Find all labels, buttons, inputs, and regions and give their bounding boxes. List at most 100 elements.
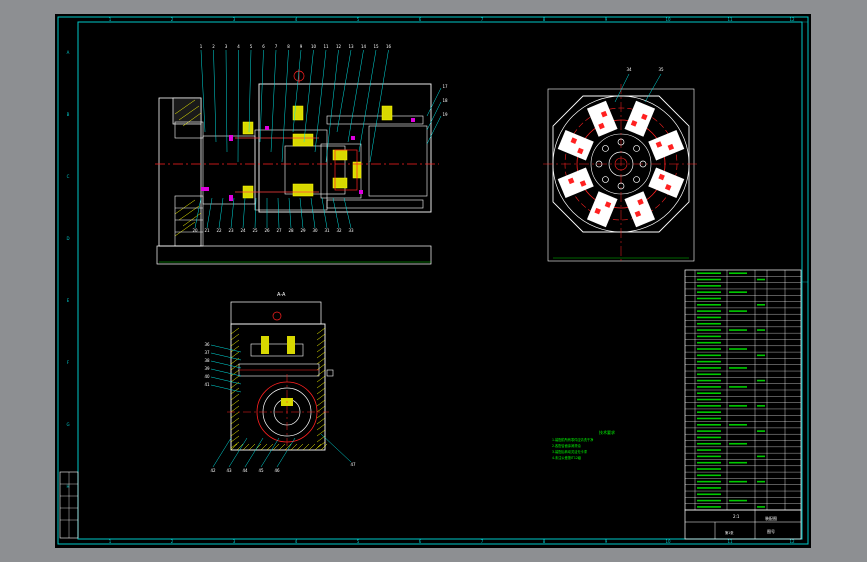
balloon-number: 17 [442,84,448,89]
border-col-label: 11 [727,17,733,22]
balloon-number: 6 [262,44,265,49]
border-col-label: 5 [357,539,360,544]
balloon-number: 13 [348,44,354,49]
balloon-number: 39 [204,366,210,371]
balloon-number: 32 [336,228,342,233]
balloon-number: 14 [361,44,367,49]
border-column-labels: 112233445566778899101011111212 [109,17,795,544]
balloon-labels-bottom: 20 21 22 23 24 25 26 27 28 29 30 31 32 33 [192,228,354,233]
border-col-label: 4 [295,17,298,22]
title-sheet: 第1张 [725,530,734,535]
border-col-label: 4 [295,539,298,544]
drawing-canvas[interactable]: 1 1 2 2 3 3 4 4 5 5 6 6 7 7 8 8 9 9 10 10 11 11 12 12 ABCDEFGH [55,14,811,548]
balloon-number: 28 [288,228,294,233]
balloon-number: 37 [204,350,210,355]
balloon-number: 3 [225,44,228,49]
balloon-number: 7 [275,44,278,49]
border-col-label: 6 [419,17,422,22]
border-row-label: F [67,360,70,365]
balloon-number: 16 [386,44,392,49]
border-col-label: 8 [543,539,546,544]
balloon-number: 33 [348,228,354,233]
balloon-number: 5 [250,44,253,49]
balloon-number: 41 [204,382,210,387]
balloon-number: 1 [200,44,203,49]
border-col-label: 10 [665,17,671,22]
balloon-number: 15 [373,44,379,49]
revision-block [59,471,79,539]
balloon-number: 2 [212,44,215,49]
border-col-label: 7 [481,539,484,544]
border-row-label: B [67,112,70,117]
balloon-number: 12 [336,44,342,49]
border-col-label: 2 [171,17,174,22]
border-col-label: 11 [727,539,733,544]
balloon-number: 18 [442,98,448,103]
bill-of-materials [684,269,802,511]
border-col-label: 2 [171,539,174,544]
cad-viewport[interactable]: 1 1 2 2 3 3 4 4 5 5 6 6 7 7 8 8 9 9 10 10 11 11 12 12 ABCDEFGH [0,0,867,562]
balloon-labels-round: 34 35 [626,67,664,72]
balloon-number: 8 [287,44,290,49]
balloon-number: 46 [274,468,280,473]
balloon-number: 40 [204,374,210,379]
border-col-label: 10 [665,539,671,544]
balloon-number: 9 [300,44,303,49]
balloon-number: 20 [192,228,198,233]
border-col-label: 1 [109,17,112,22]
border-row-label: E [67,298,70,303]
balloon-labels-section: 36 37 38 39 40 41 42 43 44 45 46 47 [204,342,356,473]
balloon-number: 34 [626,67,632,72]
border-row-label: D [66,236,69,241]
border-col-label: 3 [233,17,236,22]
balloon-number: 42 [210,468,216,473]
balloon-number: 43 [226,468,232,473]
note-4: 4.未注公差按IT12级 [552,455,582,460]
balloon-number: 23 [228,228,234,233]
assembly-drawing: 112233445566778899101011111212 ABCDEFGH [57,16,809,545]
title-scale: 2:1 [733,514,740,519]
balloon-number: 26 [264,228,270,233]
balloon-number: 47 [350,462,356,467]
balloon-number: 38 [204,358,210,363]
balloon-number: 31 [324,228,330,233]
balloon-number: 44 [242,468,248,473]
balloon-number: 45 [258,468,264,473]
border-col-label: 9 [605,17,608,22]
technical-notes: 技术要求 1.装配前所有零件应清洗干净 2.各配合面涂润滑油 3.装配后转动灵活… [552,429,615,460]
border-row-label: G [66,422,69,427]
note-1: 1.装配前所有零件应清洗干净 [552,437,594,442]
balloon-number: 10 [311,44,317,49]
side-section-view: A-A 36 37 38 39 40 41 42 43 44 45 46 47 [204,292,356,473]
title-block: 2:1 装配图 图号 第1张 [684,509,802,540]
balloon-number: 30 [312,228,318,233]
notes-title: 技术要求 [599,429,615,435]
balloon-number: 11 [323,44,329,49]
main-section-view: 1 2 3 4 5 6 7 8 9 10 11 12 13 14 15 16 20 21 22 23 24 25 26 27… [155,44,448,265]
border-row-label: A [67,50,70,55]
balloon-number: 36 [204,342,210,347]
border-row-label: C [67,174,70,179]
balloon-number: 19 [442,112,448,117]
border-col-label: 1 [109,539,112,544]
border-col-label: 8 [543,17,546,22]
balloon-number: 22 [216,228,222,233]
sheet-outer-border [57,16,809,545]
title-drawing-no: 图号 [767,528,775,534]
balloon-number: 35 [658,67,664,72]
note-3: 3.装配后转动灵活无卡滞 [552,449,588,454]
balloon-labels-right: 17 18 19 [442,84,448,117]
border-col-label: 3 [233,539,236,544]
border-col-label: 7 [481,17,484,22]
note-2: 2.各配合面涂润滑油 [552,443,581,448]
border-col-label: 12 [789,17,795,22]
border-col-label: 12 [789,539,795,544]
border-col-label: 9 [605,539,608,544]
chuck-end-view: 34 35 [543,67,699,264]
border-row-labels: ABCDEFGH [66,50,69,489]
balloon-labels-top: 1 2 3 4 5 6 7 8 9 10 11 12 13 14 15 16 [200,44,392,49]
balloon-number: 27 [276,228,282,233]
border-col-label: 5 [357,17,360,22]
balloon-number: 25 [252,228,258,233]
border-col-label: 6 [419,539,422,544]
